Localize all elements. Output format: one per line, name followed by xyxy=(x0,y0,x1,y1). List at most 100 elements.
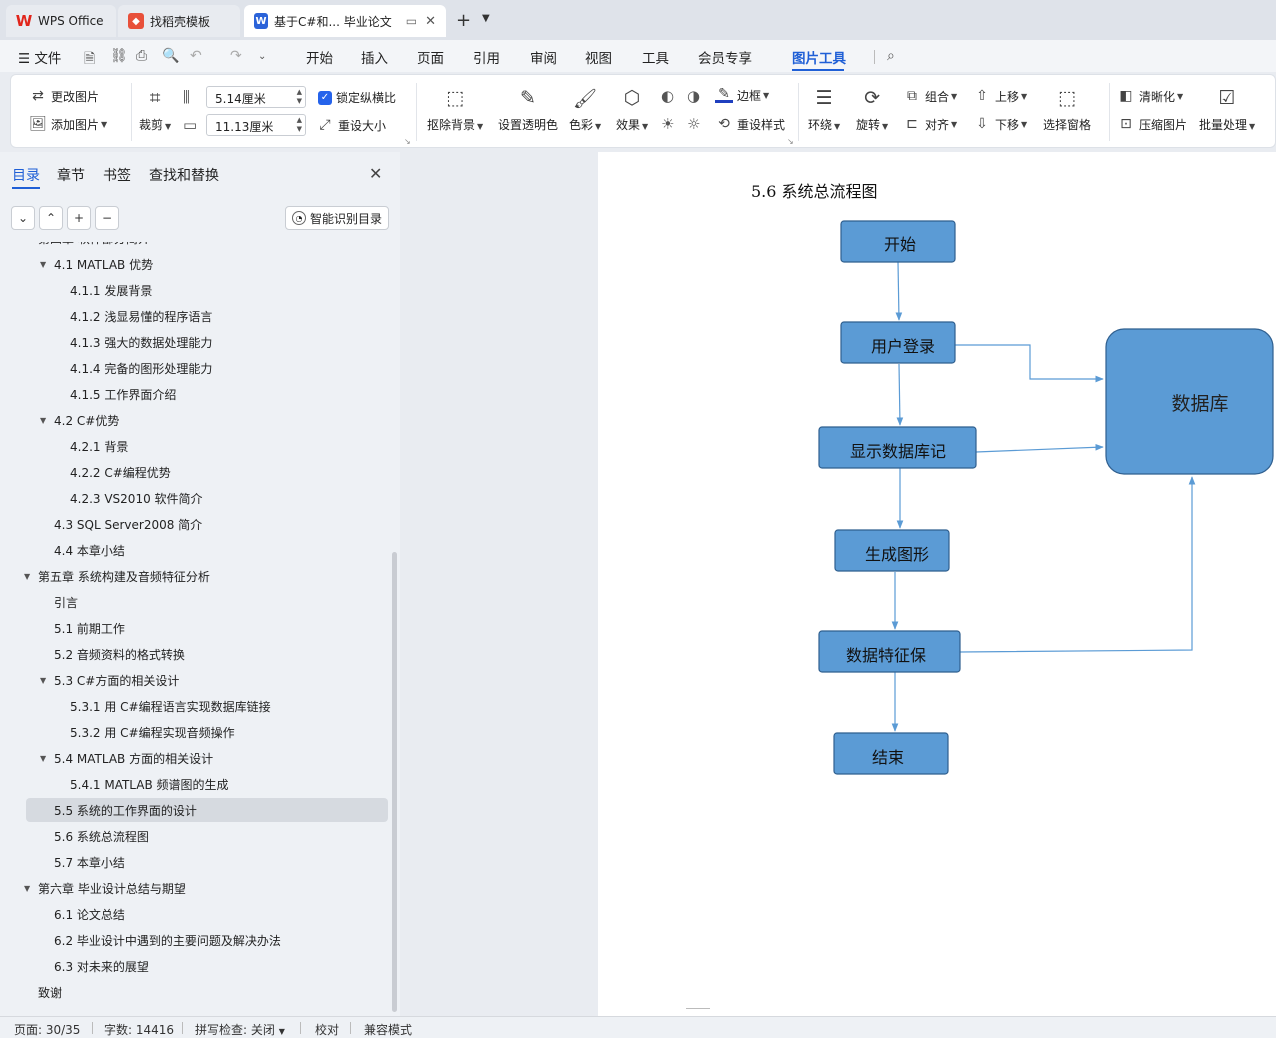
toc-item[interactable]: 6.3 对未来的展望 xyxy=(0,954,392,978)
tab-chapters[interactable]: 章节 xyxy=(57,165,85,185)
height-input[interactable]: 11.13厘米 ▲ ▼ xyxy=(206,114,306,136)
spell-check-toggle[interactable]: 拼写检查: 关闭 ▼ xyxy=(195,1021,285,1038)
more-chevron-icon[interactable]: ⌄ xyxy=(258,51,266,62)
toc-item[interactable]: 6.2 毕业设计中遇到的主要问题及解决办法 xyxy=(0,928,392,952)
expand-dialog-icon[interactable]: ↘ xyxy=(787,137,794,146)
save-icon[interactable]: 🗎 xyxy=(84,48,95,72)
flow-node-save-features[interactable]: 数据特征保 xyxy=(818,630,961,673)
contrast-down-icon[interactable]: ◑ xyxy=(687,87,700,105)
remove-toc-item-button[interactable]: − xyxy=(95,206,119,230)
toc-scrollbar[interactable] xyxy=(392,552,397,1012)
toc-item[interactable]: 4.2.2 C#编程优势 xyxy=(0,460,392,484)
remove-background-button[interactable]: ⬚ 抠除背景 ▼ xyxy=(427,85,483,133)
width-input[interactable]: 5.14厘米 ▲ ▼ xyxy=(206,86,306,108)
link-icon[interactable]: ⛓ xyxy=(110,48,128,64)
flow-node-database[interactable]: 数据库 xyxy=(1105,328,1274,475)
toc-item[interactable]: 4.1.1 发展背景 xyxy=(0,278,392,302)
search-icon[interactable]: ⌕ xyxy=(887,48,895,64)
redo-icon[interactable]: ↷ xyxy=(230,48,242,64)
system-flowchart[interactable]: 开始 用户登录 显示数据库记 生成图形 数据特征保 结束 数据库 xyxy=(598,152,1276,1016)
expand-dialog-icon[interactable]: ↘ xyxy=(404,137,411,146)
collapse-all-button[interactable]: ⌃ xyxy=(39,206,63,230)
expand-arrow-icon[interactable]: ▼ xyxy=(24,242,30,243)
toc-item[interactable]: 4.2.3 VS2010 软件简介 xyxy=(0,486,392,510)
toc-item[interactable]: 引言 xyxy=(0,590,392,614)
new-tab-plus-icon[interactable]: + xyxy=(456,10,471,31)
proofread-button[interactable]: 校对 xyxy=(315,1021,339,1038)
flow-node-generate-graph[interactable]: 生成图形 xyxy=(834,529,950,572)
tab-wps-office[interactable]: W WPS Office xyxy=(6,5,116,37)
menu-tools[interactable]: 工具 xyxy=(642,47,669,67)
toc-item[interactable]: 4.1.4 完备的图形处理能力 xyxy=(0,356,392,380)
tab-document[interactable]: W 基于C#和... 毕业论文 ▭ ✕ xyxy=(244,5,446,37)
menu-view[interactable]: 视图 xyxy=(585,47,612,67)
toc-item[interactable]: ▼ 5.4 MATLAB 方面的相关设计 xyxy=(0,746,392,770)
flow-node-login[interactable]: 用户登录 xyxy=(840,321,956,364)
toc-item[interactable]: 6.1 论文总结 xyxy=(0,902,392,926)
toc-item[interactable]: 致谢 xyxy=(0,980,392,1004)
tab-bookmarks[interactable]: 书签 xyxy=(103,165,131,185)
align-button[interactable]: ⊏ 对齐 ▼ xyxy=(903,115,957,133)
expand-arrow-icon[interactable]: ▼ xyxy=(40,676,46,685)
compress-image-button[interactable]: ⊡ 压缩图片 xyxy=(1117,115,1187,133)
crop-button[interactable]: ⌗ 裁剪 ▼ xyxy=(139,85,171,133)
screen-icon[interactable]: ▭ xyxy=(406,14,417,28)
expand-arrow-icon[interactable]: ▼ xyxy=(40,260,46,269)
toc-item[interactable]: ▼ 5.3 C#方面的相关设计 xyxy=(0,668,392,692)
toc-item[interactable]: ▼ 第五章 系统构建及音频特征分析 xyxy=(0,564,392,588)
menu-insert[interactable]: 插入 xyxy=(361,47,388,67)
expand-all-button[interactable]: ⌄ xyxy=(11,206,35,230)
toc-item[interactable]: 5.2 音频资料的格式转换 xyxy=(0,642,392,666)
toc-item[interactable]: 5.4.1 MATLAB 频谱图的生成 xyxy=(0,772,392,796)
contrast-up-icon[interactable]: ◐ xyxy=(661,87,674,105)
word-count[interactable]: 字数: 14416 xyxy=(104,1021,174,1038)
selection-pane-button[interactable]: ⬚ 选择窗格 xyxy=(1043,85,1091,133)
flow-node-start[interactable]: 开始 xyxy=(840,220,956,263)
menu-picture-tools[interactable]: 图片工具 xyxy=(792,47,846,67)
page-indicator[interactable]: 页面: 30/35 xyxy=(14,1021,80,1038)
toc-item[interactable]: ▼ 第四章 软件部分简介 xyxy=(0,242,392,250)
print-preview-icon[interactable]: 🔍 xyxy=(162,48,179,64)
menu-reference[interactable]: 引用 xyxy=(473,47,500,67)
expand-arrow-icon[interactable]: ▼ xyxy=(24,572,30,581)
set-transparent-button[interactable]: ✎ 设置透明色 xyxy=(498,85,558,133)
group-button[interactable]: ⧉ 组合 ▼ xyxy=(903,87,957,105)
bring-up-button[interactable]: ⇧ 上移 ▼ xyxy=(973,87,1027,105)
toc-item[interactable]: 4.1.2 浅显易懂的程序语言 xyxy=(0,304,392,328)
close-pane-icon[interactable]: ✕ xyxy=(369,164,382,183)
chevron-down-icon[interactable]: ▼ xyxy=(482,13,490,24)
expand-arrow-icon[interactable]: ▼ xyxy=(40,416,46,425)
print-icon[interactable]: ⎙ xyxy=(136,48,147,64)
reset-size-button[interactable]: ⤢ 重设大小 xyxy=(316,116,386,134)
toc-item[interactable]: 4.4 本章小结 xyxy=(0,538,392,562)
file-menu[interactable]: ☰ 文件 xyxy=(18,47,61,67)
expand-arrow-icon[interactable]: ▼ xyxy=(40,754,46,763)
tab-find-replace[interactable]: 查找和替换 xyxy=(149,165,219,185)
add-image-button[interactable]: 🖼 添加图片 ▼ xyxy=(29,115,107,133)
toc-item[interactable]: 5.7 本章小结 xyxy=(0,850,392,874)
brightness-up-icon[interactable]: ☀ xyxy=(661,115,674,133)
toc-item[interactable]: ▼ 4.1 MATLAB 优势 xyxy=(0,252,392,276)
close-tab-icon[interactable]: ✕ xyxy=(425,14,436,29)
rotate-button[interactable]: ⟳ 旋转 ▼ xyxy=(856,85,888,133)
batch-process-button[interactable]: ☑ 批量处理 ▼ xyxy=(1199,85,1255,133)
flow-node-end[interactable]: 结束 xyxy=(833,732,949,775)
menu-member[interactable]: 会员专享 xyxy=(698,47,752,67)
expand-arrow-icon[interactable]: ▼ xyxy=(24,884,30,893)
send-down-button[interactable]: ⇩ 下移 ▼ xyxy=(973,115,1027,133)
toc-item[interactable]: 5.3.2 用 C#编程实现音频操作 xyxy=(0,720,392,744)
change-image-button[interactable]: ⇄ 更改图片 xyxy=(29,87,99,105)
menu-page[interactable]: 页面 xyxy=(417,47,444,67)
tab-toc[interactable]: 目录 xyxy=(12,165,40,185)
effect-button[interactable]: ⬡ 效果 ▼ xyxy=(616,85,648,133)
sharpen-button[interactable]: ◧ 清晰化 ▼ xyxy=(1117,87,1183,105)
spinner-arrows-icon[interactable]: ▲ ▼ xyxy=(297,88,302,106)
toc-item[interactable]: 5.3.1 用 C#编程语言实现数据库链接 xyxy=(0,694,392,718)
toc-item[interactable]: 5.1 前期工作 xyxy=(0,616,392,640)
toc-item[interactable]: 4.1.5 工作界面介绍 xyxy=(0,382,392,406)
toc-item[interactable]: 4.3 SQL Server2008 简介 xyxy=(0,512,392,536)
flow-node-display-records[interactable]: 显示数据库记 xyxy=(818,426,977,469)
border-button[interactable]: ✎ 边框 ▼ xyxy=(715,86,769,104)
menu-review[interactable]: 审阅 xyxy=(530,47,557,67)
wrap-button[interactable]: ☰ 环绕 ▼ xyxy=(808,85,840,133)
